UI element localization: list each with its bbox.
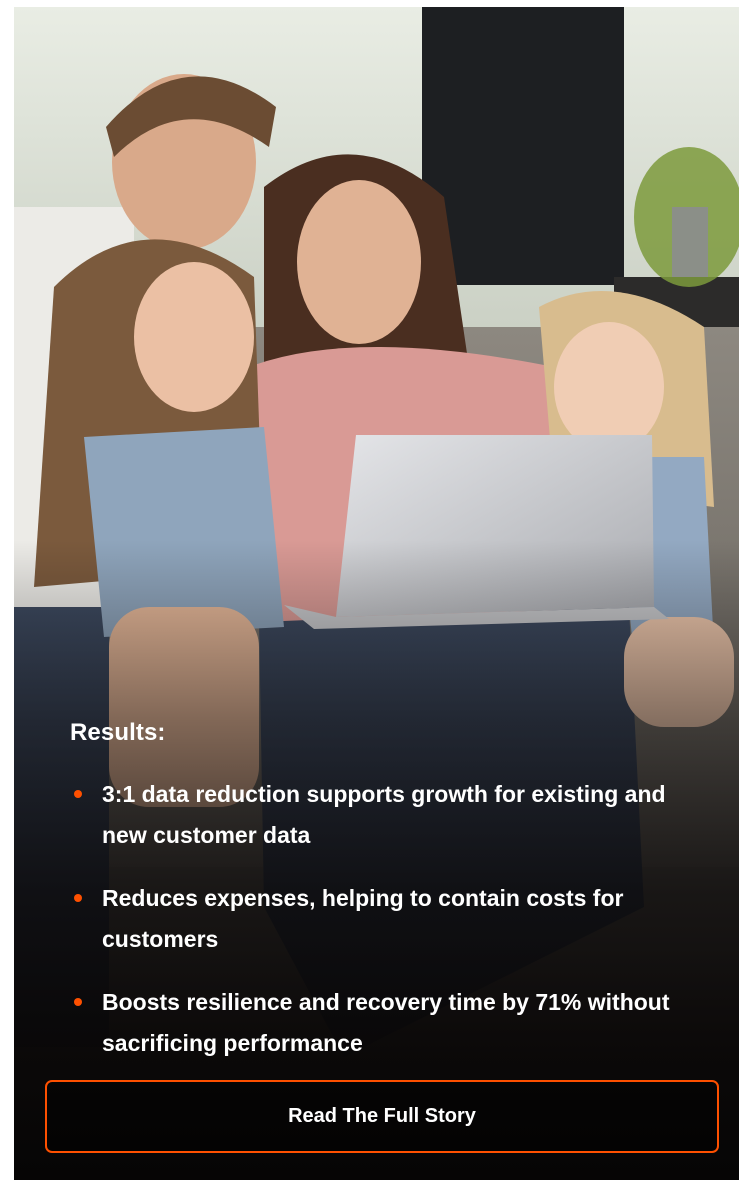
result-item-text: 3:1 data reduction supports growth for e…	[102, 780, 666, 848]
result-item-text: Boosts resilience and recovery time by 7…	[102, 988, 670, 1056]
result-item: Reduces expenses, helping to contain cos…	[70, 878, 690, 960]
result-item: Boosts resilience and recovery time by 7…	[70, 982, 690, 1064]
bullet-dot-icon	[74, 997, 82, 1006]
results-list: 3:1 data reduction supports growth for e…	[70, 774, 690, 1064]
bullet-dot-icon	[74, 893, 82, 902]
result-item: 3:1 data reduction supports growth for e…	[70, 774, 690, 856]
read-full-story-button[interactable]: Read The Full Story	[45, 1080, 719, 1153]
results-heading: Results:	[70, 719, 166, 746]
case-study-card: Results: 3:1 data reduction supports gro…	[14, 7, 739, 1180]
result-item-text: Reduces expenses, helping to contain cos…	[102, 884, 624, 952]
bullet-dot-icon	[74, 789, 82, 798]
results-section: Results: 3:1 data reduction supports gro…	[70, 719, 690, 1086]
read-full-story-label: Read The Full Story	[288, 1105, 476, 1127]
